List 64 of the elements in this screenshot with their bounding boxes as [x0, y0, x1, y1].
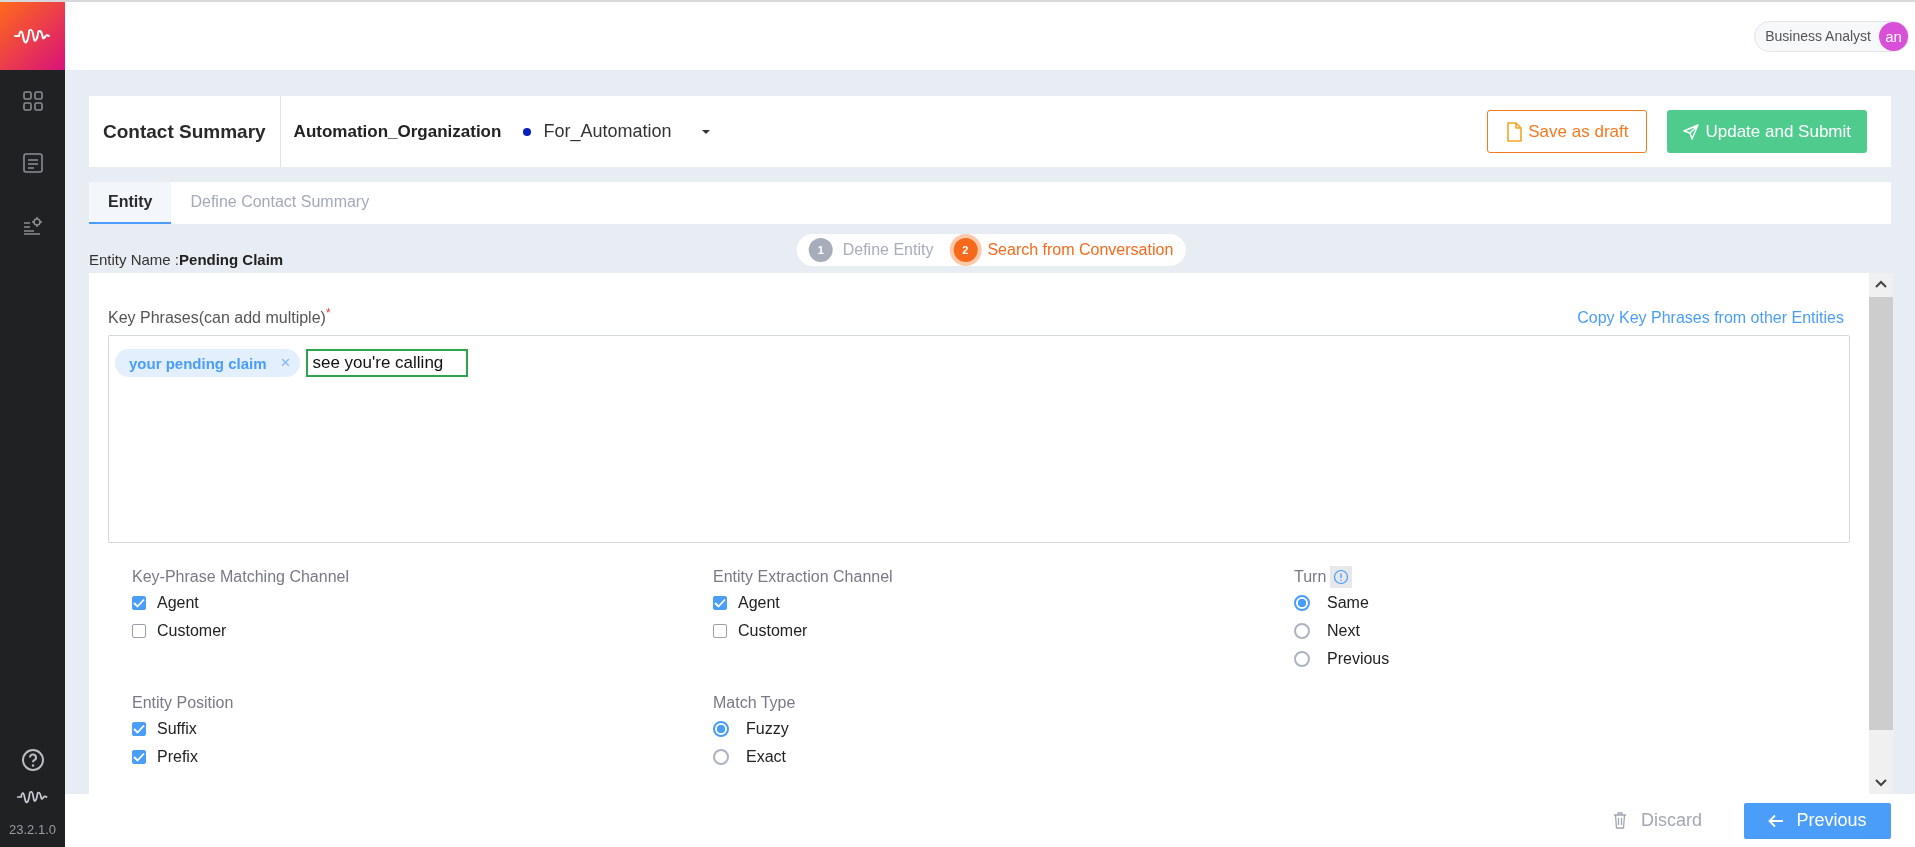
key-phrase-input[interactable]: see you're calling [306, 349, 469, 377]
chip-label: your pending claim [129, 354, 267, 372]
checkbox[interactable] [713, 624, 727, 638]
wave-logo-icon [15, 788, 50, 806]
option-label: Suffix [157, 720, 197, 738]
option-label: Exact [746, 748, 786, 766]
option-label: Prefix [157, 748, 198, 766]
checkbox[interactable] [132, 624, 146, 638]
help-icon[interactable] [20, 748, 45, 772]
step-label[interactable]: Define Entity [842, 241, 934, 259]
radio-button[interactable] [1294, 651, 1310, 667]
option-label: Fuzzy [746, 720, 789, 738]
radio-button[interactable] [1294, 623, 1310, 639]
avatar: an [1879, 21, 1908, 51]
submit-button[interactable]: Update and Submit [1667, 110, 1867, 153]
info-icon[interactable] [1330, 566, 1353, 588]
checkbox[interactable] [132, 750, 146, 764]
option-label: Agent [738, 594, 780, 612]
checkbox[interactable] [132, 722, 146, 736]
step-number[interactable]: 1 [808, 238, 833, 262]
section-label: Entity Extraction Channel [713, 568, 893, 586]
previous-button[interactable]: Previous [1744, 802, 1891, 839]
page-title: Contact Summary [102, 120, 267, 143]
arrow-left-icon [1768, 813, 1785, 828]
copy-key-phrases-link[interactable]: Copy Key Phrases from other Entities [1577, 309, 1844, 327]
radio-button[interactable] [1294, 595, 1310, 611]
key-phrases-field[interactable]: your pending claim × see you're calling [108, 335, 1850, 543]
option-label: Same [1327, 594, 1369, 612]
option-label: Previous [1327, 650, 1390, 668]
section-label: Turn [1294, 568, 1327, 586]
scroll-down-icon[interactable] [1874, 778, 1888, 788]
role-switcher[interactable]: Business Analyst an [1754, 20, 1909, 52]
section-label: Match Type [713, 694, 796, 712]
status-dot [523, 127, 532, 136]
option-label: Customer [157, 622, 227, 640]
caret-icon [701, 128, 712, 135]
grid-icon[interactable] [21, 90, 44, 112]
step-label[interactable]: Search from Conversation [987, 241, 1174, 259]
section-label: Entity Position [132, 694, 234, 712]
workspace-dropdown[interactable]: For_Automation [523, 121, 712, 142]
send-icon [1683, 123, 1700, 140]
organization-name: Automation_Organization [293, 121, 502, 142]
save-draft-button[interactable]: Save as draft [1487, 110, 1648, 153]
scroll-up-icon[interactable] [1874, 279, 1888, 289]
settings-list-icon[interactable] [21, 214, 44, 236]
section-label: Key-Phrase Matching Channel [132, 568, 349, 586]
discard-button[interactable]: Discard [1607, 809, 1708, 832]
trash-icon [1613, 812, 1627, 829]
remove-icon[interactable]: × [280, 353, 291, 373]
option-label: Customer [738, 622, 808, 640]
app-logo[interactable] [0, 2, 65, 70]
radio-button[interactable] [713, 749, 729, 765]
scrollbar[interactable] [1869, 273, 1893, 794]
checkbox[interactable] [713, 596, 727, 610]
option-label: Next [1327, 622, 1360, 640]
entity-name: Entity Name :Pending Claim [89, 251, 284, 268]
option-label: Agent [157, 594, 199, 612]
document-icon [1506, 121, 1523, 142]
document-icon[interactable] [21, 152, 44, 174]
version-label: 23.2.1.0 [9, 822, 56, 837]
field-label: Key Phrases(can add multiple)$^{*}$ [108, 305, 331, 327]
tab[interactable]: Entity [89, 182, 172, 224]
checkbox[interactable] [132, 596, 146, 610]
radio-button[interactable] [713, 721, 729, 737]
